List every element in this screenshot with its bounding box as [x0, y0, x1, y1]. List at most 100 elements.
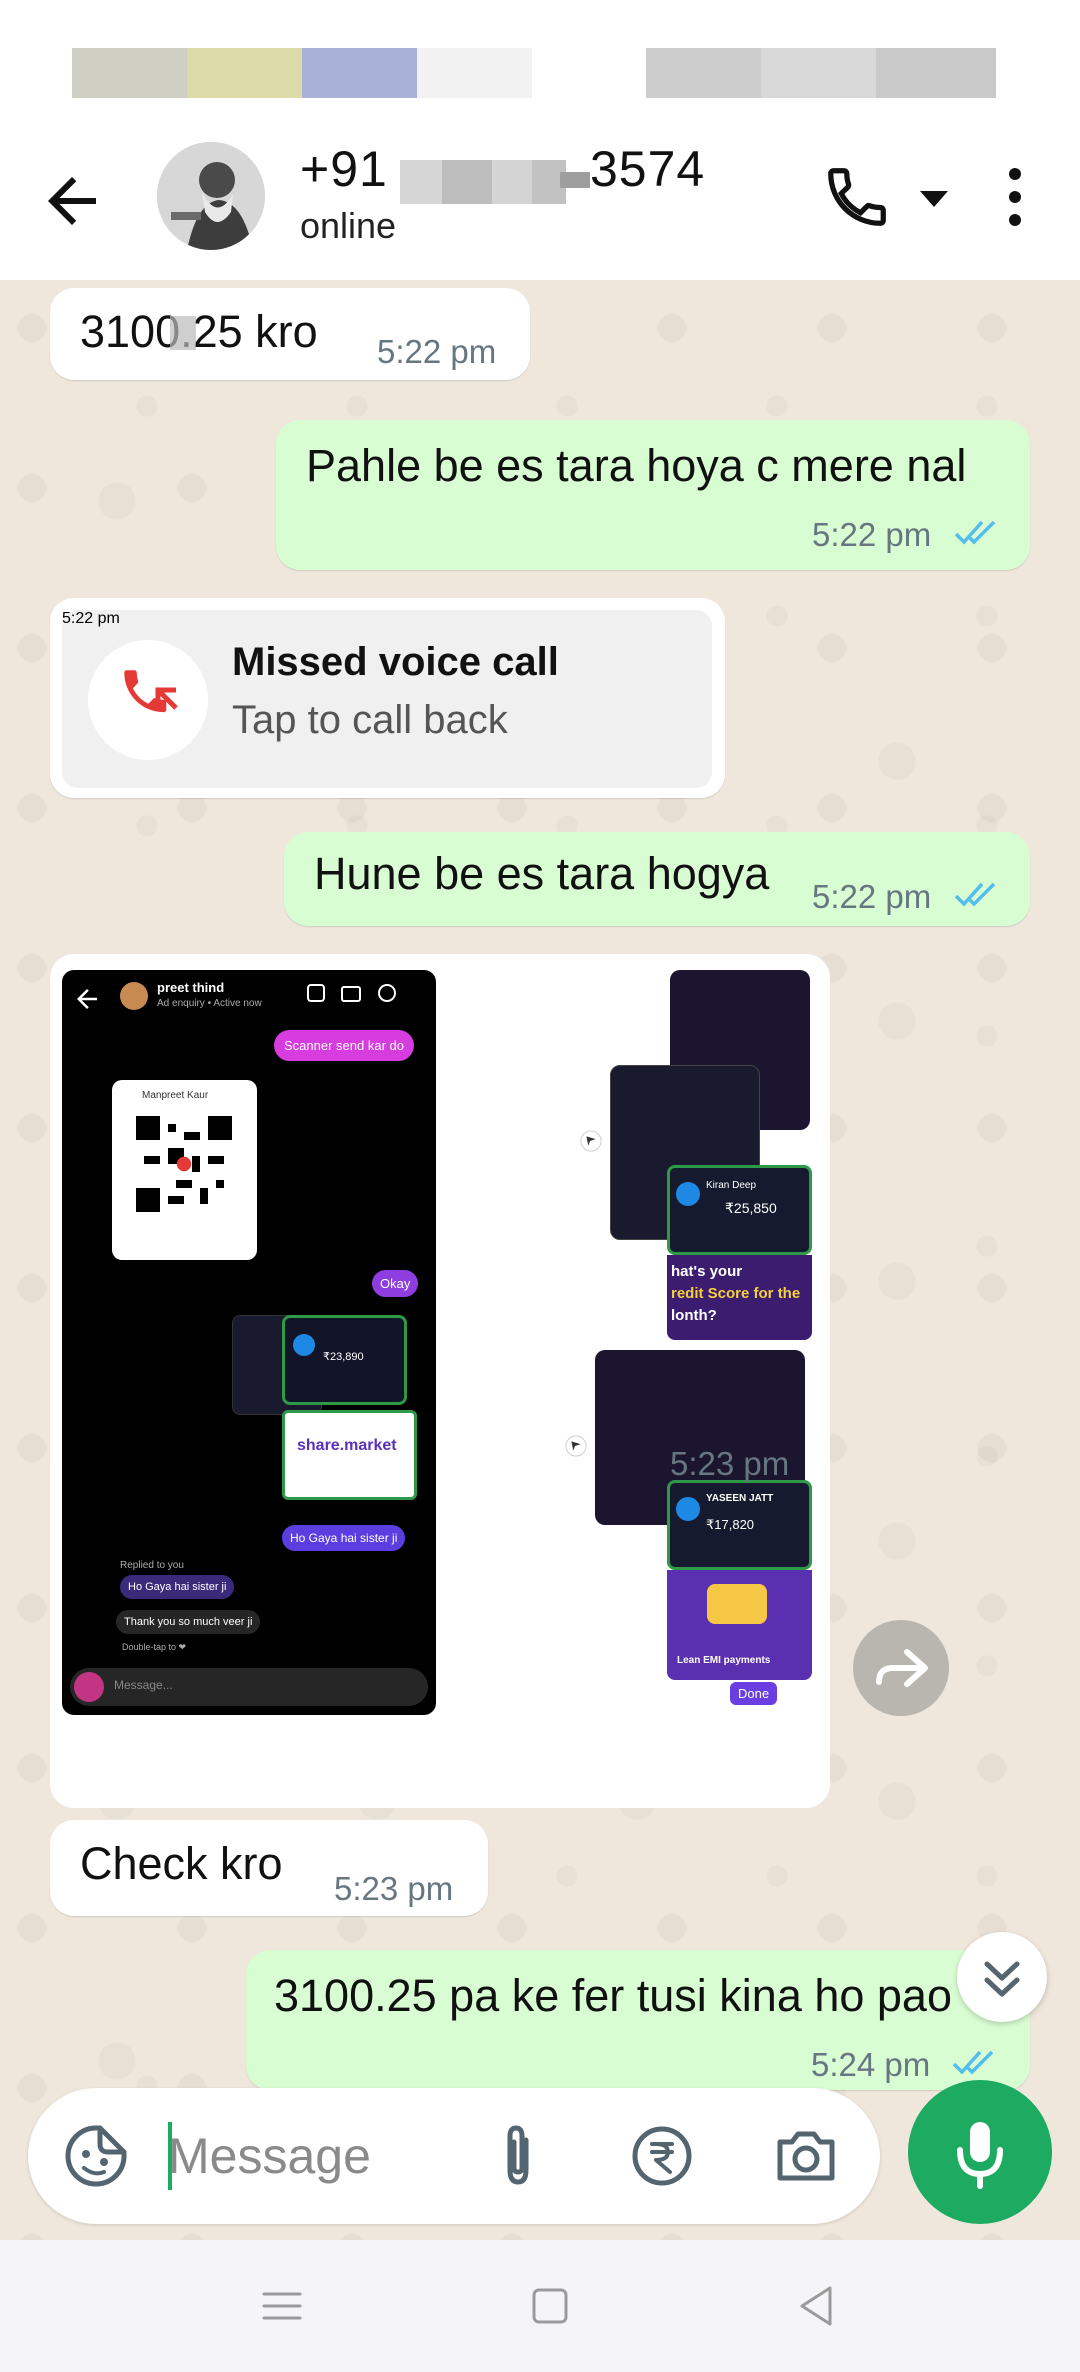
voice-call-button[interactable] [822, 162, 892, 232]
forward-button[interactable] [853, 1620, 949, 1716]
redacted-number-block-5 [560, 172, 590, 188]
redacted-number-block-1 [400, 160, 442, 204]
avatar-image [157, 142, 265, 250]
missed-call-icon [124, 670, 178, 713]
message-text: 3100.25 kro [80, 306, 318, 357]
square-home-icon [532, 2288, 568, 2324]
camera-button[interactable] [770, 2120, 842, 2192]
tile-done-button: Done [730, 1682, 778, 1705]
camera-icon [777, 2131, 835, 2181]
contact-name[interactable]: +91 [300, 140, 388, 198]
ig-stacked-cards: ₹23,890 share.market [232, 1315, 422, 1500]
message-time: 5:24 pm [811, 2046, 931, 2083]
missed-call-title: Missed voice call [232, 640, 559, 684]
tile-yaseen: YASEEN JATT [706, 1493, 774, 1504]
chat-messages-area[interactable]: 3100.25 kro 5:22 pm Pahle be es tara hoy… [0, 280, 1080, 2240]
avatar[interactable] [157, 142, 265, 250]
message-text: Pahle be es tara hoya c mere nal [306, 440, 967, 491]
missed-call-card[interactable]: Missed voice call Tap to call back 5:22 … [62, 610, 712, 788]
ig-double-tap: Double-tap to ❤ [122, 1642, 187, 1652]
overflow-menu-button[interactable] [1000, 162, 1030, 232]
ig-message-placeholder: Message... [114, 1678, 173, 1692]
payment-button[interactable] [626, 2120, 698, 2192]
read-ticks-icon [954, 520, 996, 545]
tile-credit-1: hat's your [671, 1263, 743, 1280]
message-text: 3100.25 pa ke fer tusi kina ho pao [274, 1970, 952, 2021]
message-text: Hune be es tara hogya [314, 848, 770, 899]
tile-kiran: Kiran Deep [706, 1180, 757, 1191]
nav-back-button[interactable] [790, 2280, 842, 2332]
scroll-to-bottom-button[interactable] [957, 1932, 1047, 2022]
double-chevron-down-icon [984, 1961, 1020, 1997]
caret-down-icon [920, 191, 948, 207]
qr-code-image [136, 1116, 232, 1212]
status-bar [0, 0, 1080, 130]
back-button[interactable] [36, 165, 108, 237]
ig-reply-quote: Ho Gaya hai sister ji [120, 1575, 235, 1599]
ig-qr-name: Manpreet Kaur [142, 1090, 209, 1101]
missed-call-icon-circle [88, 640, 208, 760]
emoji-sticker-button[interactable] [60, 2120, 132, 2192]
ig-msg-thanks: Thank you so much veer ji [116, 1610, 261, 1634]
missed-call-subtitle: Tap to call back [232, 698, 508, 742]
tile-amount-2: ₹17,820 [706, 1517, 755, 1532]
message-text: Check kro [80, 1838, 283, 1889]
message-time: 5:23 pm [334, 1870, 454, 1907]
chat-header: +91 3574 online [0, 130, 1080, 280]
contact-number-prefix: +91 [300, 141, 388, 197]
mic-icon [957, 2122, 1003, 2189]
forward-icon [876, 1649, 928, 1687]
status-redacted-5 [646, 48, 761, 98]
hamburger-icon [262, 2292, 302, 2320]
status-redacted-3 [302, 48, 417, 98]
ig-avatar [120, 982, 148, 1010]
ig-qr-card: Manpreet Kaur [112, 1080, 257, 1260]
phone-icon [828, 168, 886, 226]
image-tile-instagram-chat[interactable]: preet thind Ad enquiry • Active now Scan… [62, 970, 436, 1715]
message-time: 5:22 pm [812, 878, 932, 915]
message-bubble-outgoing[interactable]: Hune be es tara hogya 5:22 pm [284, 832, 1030, 926]
status-redacted-2 [187, 48, 302, 98]
rupee-icon [632, 2126, 692, 2186]
tile-lean: Lean EMI payments [677, 1655, 771, 1666]
ig-compose-bar: Message... [70, 1668, 428, 1706]
message-bubble-incoming[interactable]: Check kro 5:23 pm [50, 1820, 488, 1916]
image-tile-payment-top[interactable]: ₹25,850 Kiran Deep hat's your redit Scor… [445, 970, 822, 1342]
read-ticks-icon [954, 882, 996, 907]
sticker-icon [65, 2125, 127, 2187]
ig-call-icons [307, 984, 417, 1006]
message-bubble-incoming[interactable]: 3100.25 kro 5:22 pm [50, 288, 530, 380]
ig-contact-status: Ad enquiry • Active now [157, 998, 262, 1009]
system-nav-bar [0, 2240, 1080, 2372]
triangle-back-icon [800, 2286, 832, 2326]
paperclip-icon [507, 2125, 529, 2185]
read-ticks-icon [952, 2050, 994, 2075]
message-time: 5:22 pm [377, 333, 497, 370]
status-redacted-1 [72, 48, 187, 98]
compose-bar [28, 2088, 880, 2224]
attach-button[interactable] [482, 2120, 554, 2192]
back-arrow-small-icon [77, 989, 97, 1009]
ig-contact-name: preet thind [157, 980, 225, 995]
image-tile-payment-bottom[interactable]: YASEEN JATT ₹17,820 Lean EMI payments Do… [445, 1350, 822, 1715]
message-bubble-outgoing[interactable]: 3100.25 pa ke fer tusi kina ho pao 5:24 … [246, 1950, 1030, 2090]
tile-credit-3: lonth? [671, 1307, 717, 1324]
contact-status: online [300, 205, 397, 246]
message-time: 5:23 pm [670, 1445, 790, 1482]
redacted-number-block-2 [442, 160, 492, 204]
ig-amount-3: ₹23,890 [323, 1351, 364, 1363]
message-input[interactable] [168, 2118, 468, 2194]
ig-share-market: share.market [297, 1437, 397, 1454]
tile-credit-2: redit Score for the [671, 1285, 801, 1302]
ig-replied: Replied to you [120, 1560, 184, 1571]
redacted-digit [170, 316, 196, 350]
message-bubble-outgoing[interactable]: Pahle be es tara hoya c mere nal 5:22 pm [276, 420, 1030, 570]
message-time: 5:22 pm [812, 516, 932, 553]
status-redacted-4 [417, 48, 532, 98]
nav-menu-button[interactable] [256, 2280, 308, 2332]
call-options-dropdown[interactable] [916, 185, 952, 215]
arrow-left-icon [48, 177, 96, 225]
voice-message-button[interactable] [908, 2080, 1052, 2224]
nav-home-button[interactable] [524, 2280, 576, 2332]
tile-amount-1: ₹25,850 [725, 1200, 777, 1216]
